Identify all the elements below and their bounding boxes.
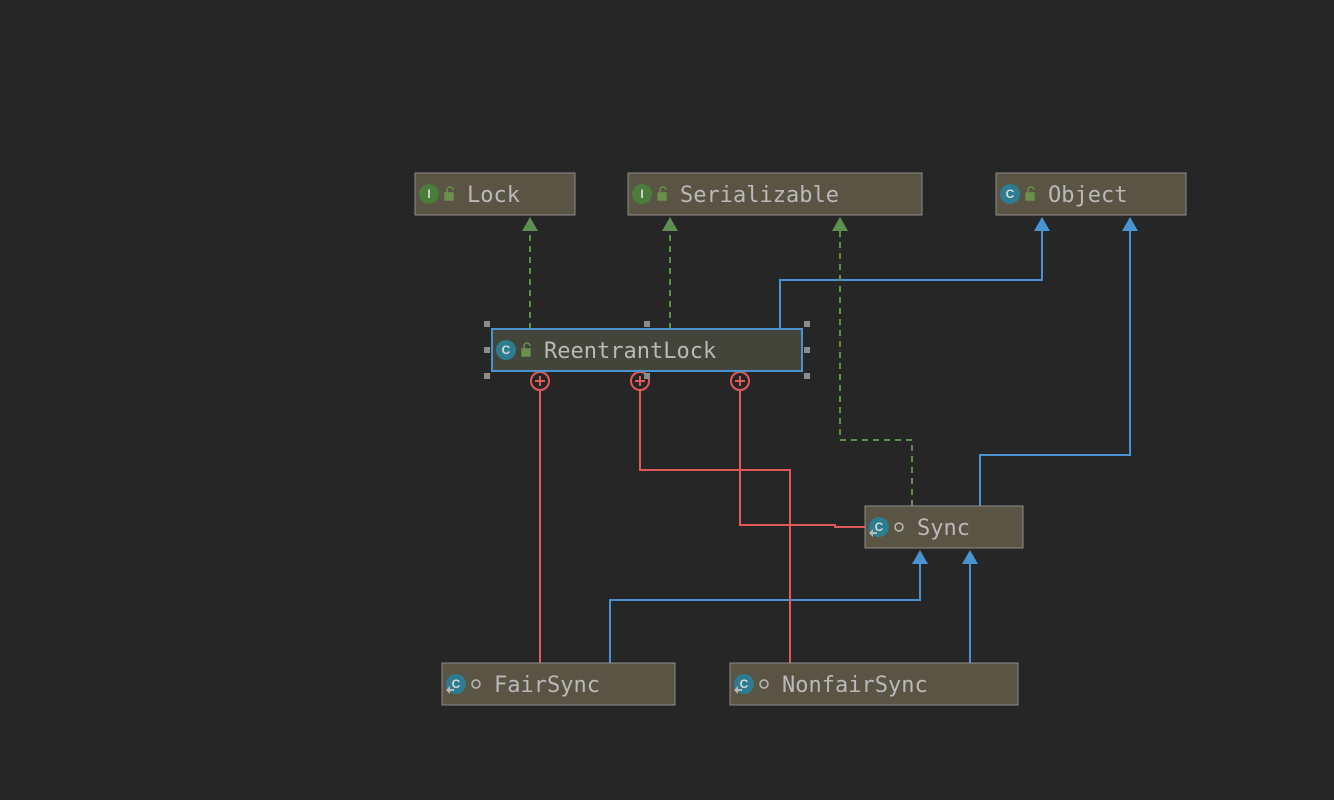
badge-letter: C xyxy=(452,677,461,691)
badge-letter: C xyxy=(875,520,884,534)
implements-arrowhead xyxy=(832,217,848,231)
class-name-label: FairSync xyxy=(494,673,600,698)
class-node-nonfair[interactable]: C NonfairSync xyxy=(730,663,1018,705)
badge-letter: C xyxy=(1006,187,1015,201)
class-name-label: Object xyxy=(1048,183,1127,208)
implements-arrowhead xyxy=(522,217,538,231)
selection-handle[interactable] xyxy=(804,321,810,327)
selection-handle[interactable] xyxy=(804,373,810,379)
extends-edge xyxy=(980,231,1130,506)
class-name-label: NonfairSync xyxy=(782,673,928,698)
inner-class-edge xyxy=(640,381,790,663)
extends-arrowhead xyxy=(912,550,928,564)
edge-layer xyxy=(522,217,1138,663)
class-name-label: Sync xyxy=(917,516,970,541)
badge-letter: I xyxy=(427,187,430,201)
class-name-label: Serializable xyxy=(680,183,839,208)
class-node-reent[interactable]: C ReentrantLock xyxy=(484,321,810,379)
extends-edge xyxy=(610,564,920,663)
extends-edge xyxy=(780,231,1042,329)
extends-arrowhead xyxy=(1034,217,1050,231)
node-layer: ILockISerializableCObjectCReentrantLockC… xyxy=(415,173,1186,705)
class-name-label: ReentrantLock xyxy=(544,339,716,364)
inner-class-edge xyxy=(740,381,865,527)
class-node-object[interactable]: C Object xyxy=(996,173,1186,215)
selection-handle[interactable] xyxy=(484,347,490,353)
class-node-sync[interactable]: C Sync xyxy=(865,506,1023,548)
badge-letter: C xyxy=(502,343,511,357)
selection-handle[interactable] xyxy=(484,373,490,379)
selection-handle[interactable] xyxy=(644,321,650,327)
extends-arrowhead xyxy=(1122,217,1138,231)
uml-class-diagram[interactable]: ILockISerializableCObjectCReentrantLockC… xyxy=(0,0,1334,800)
selection-handle[interactable] xyxy=(804,347,810,353)
selection-handle[interactable] xyxy=(644,373,650,379)
badge-letter: C xyxy=(740,677,749,691)
extends-arrowhead xyxy=(962,550,978,564)
class-node-fair[interactable]: C FairSync xyxy=(442,663,675,705)
selection-handle[interactable] xyxy=(484,321,490,327)
implements-arrowhead xyxy=(662,217,678,231)
class-node-serial[interactable]: I Serializable xyxy=(628,173,922,215)
class-node-lock[interactable]: I Lock xyxy=(415,173,575,215)
implements-edge xyxy=(840,231,912,506)
class-name-label: Lock xyxy=(467,183,520,208)
badge-letter: I xyxy=(640,187,643,201)
